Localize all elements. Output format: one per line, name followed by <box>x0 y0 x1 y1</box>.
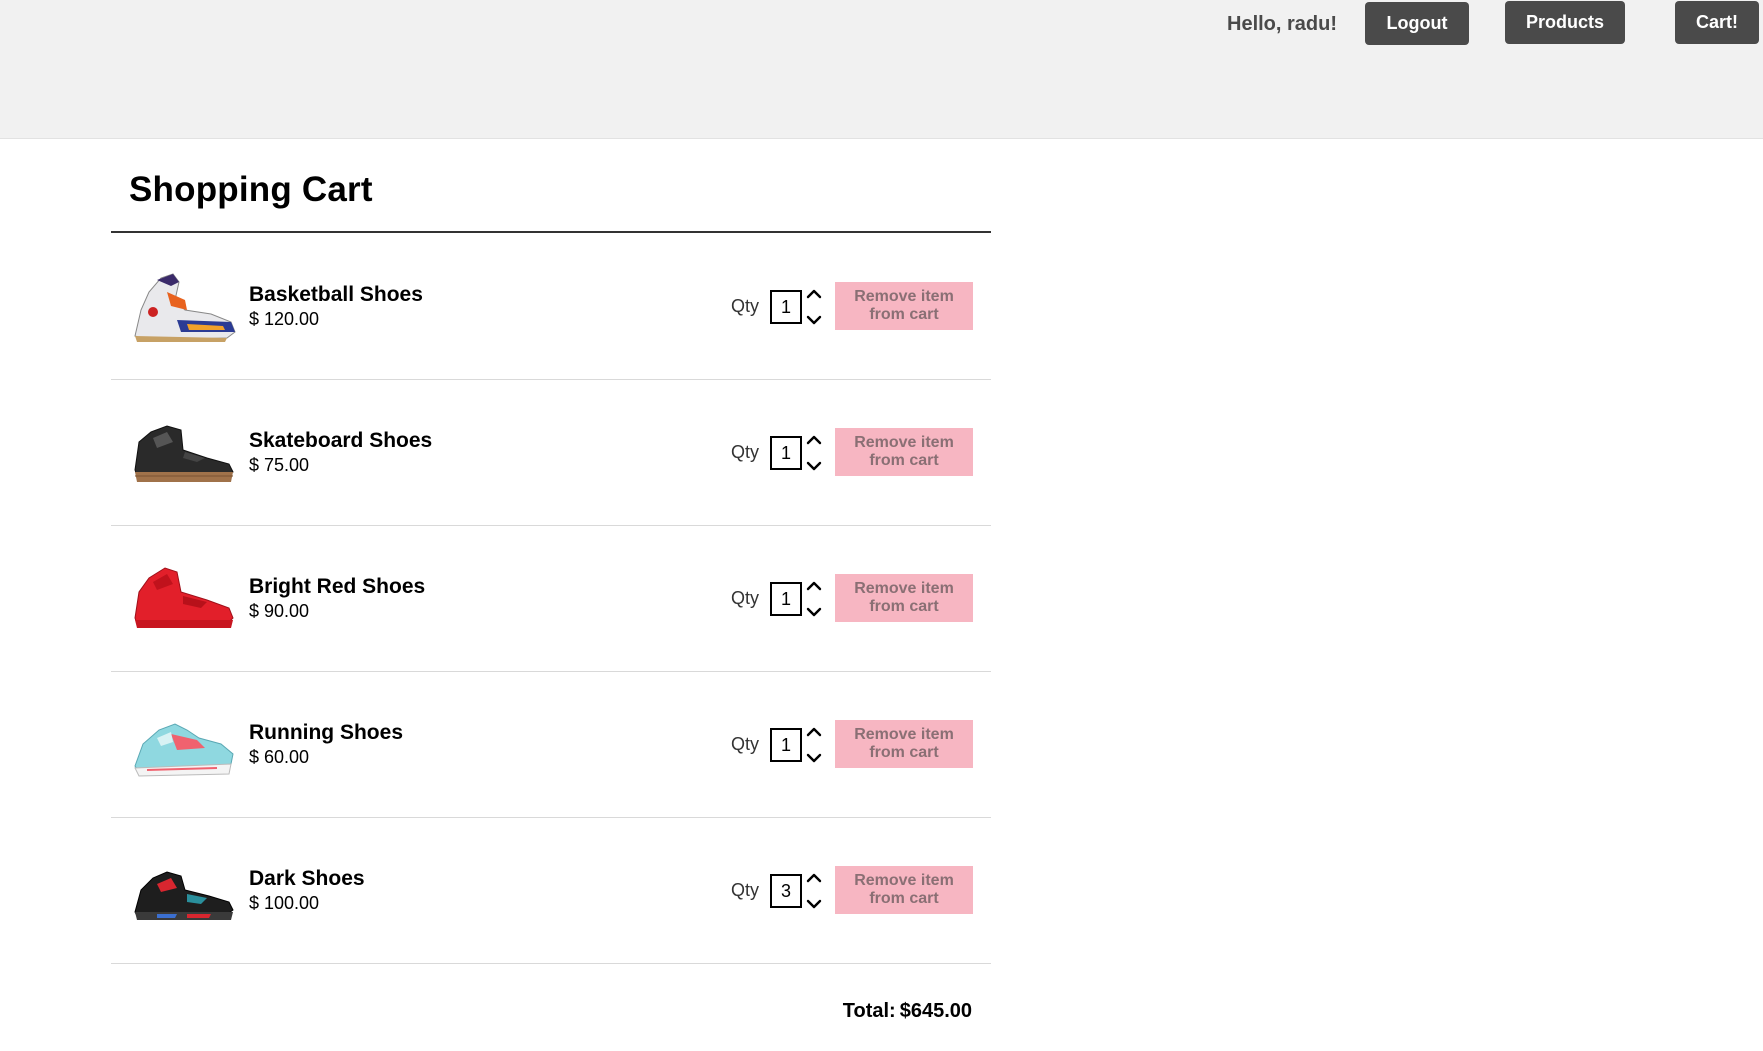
qty-decrease-chevron-down-icon[interactable] <box>805 458 823 474</box>
item-name: Basketball Shoes <box>249 283 423 306</box>
remove-item-label: Remove item from cart <box>854 288 954 323</box>
basketball-shoe-image <box>127 266 239 346</box>
qty-increase-chevron-up-icon[interactable] <box>805 724 823 740</box>
remove-item-label: Remove item from cart <box>854 726 954 761</box>
skateboard-shoe-image <box>127 412 239 492</box>
quantity-input[interactable]: 1 <box>770 290 802 324</box>
total-label: Total: <box>842 1000 896 1022</box>
qty-increase-chevron-up-icon[interactable] <box>805 870 823 886</box>
qty-label: Qty <box>731 880 760 900</box>
logout-button[interactable]: Logout <box>1365 2 1469 45</box>
qty-increase-chevron-up-icon[interactable] <box>805 432 823 448</box>
cart-item: Basketball Shoes $ 120.00 Qty 1 Remove i… <box>111 233 991 380</box>
cart-button[interactable]: Cart! <box>1675 1 1759 44</box>
products-button[interactable]: Products <box>1505 1 1625 44</box>
item-price: $ 100.00 <box>249 893 320 913</box>
cart-item: Bright Red Shoes $ 90.00 Qty 1 Remove it… <box>111 525 991 672</box>
qty-label: Qty <box>731 296 760 316</box>
cart-item: Skateboard Shoes $ 75.00 Qty 1 Remove it… <box>111 379 991 526</box>
remove-item-label: Remove item from cart <box>854 872 954 907</box>
dark-shoe-image <box>127 850 239 930</box>
quantity-input[interactable]: 3 <box>770 874 802 908</box>
cart-item: Dark Shoes $ 100.00 Qty 3 Remove item fr… <box>111 817 991 964</box>
item-name: Running Shoes <box>249 721 403 744</box>
remove-item-button[interactable]: Remove item from cart <box>835 282 973 330</box>
quantity-input[interactable]: 1 <box>770 436 802 470</box>
item-price: $ 75.00 <box>249 455 310 475</box>
remove-item-label: Remove item from cart <box>854 580 954 615</box>
qty-increase-chevron-up-icon[interactable] <box>805 578 823 594</box>
qty-decrease-chevron-down-icon[interactable] <box>805 750 823 766</box>
remove-item-label: Remove item from cart <box>854 434 954 469</box>
user-greeting: Hello, radu! <box>1227 13 1338 35</box>
qty-label: Qty <box>731 442 760 462</box>
top-header: Hello, radu! Logout Products Cart! <box>0 0 1763 139</box>
red-shoe-image <box>127 558 239 638</box>
quantity-input[interactable]: 1 <box>770 582 802 616</box>
item-price: $ 90.00 <box>249 601 310 621</box>
remove-item-button[interactable]: Remove item from cart <box>835 720 973 768</box>
qty-decrease-chevron-down-icon[interactable] <box>805 896 823 912</box>
item-name: Bright Red Shoes <box>249 575 426 598</box>
cart-total: Total: $645.00 <box>820 1000 972 1023</box>
qty-increase-chevron-up-icon[interactable] <box>805 286 823 302</box>
remove-item-button[interactable]: Remove item from cart <box>835 574 973 622</box>
quantity-input[interactable]: 1 <box>770 728 802 762</box>
item-price: $ 120.00 <box>249 309 320 329</box>
item-name: Skateboard Shoes <box>249 429 433 452</box>
remove-item-button[interactable]: Remove item from cart <box>835 866 973 914</box>
qty-label: Qty <box>731 588 760 608</box>
item-price: $ 60.00 <box>249 747 310 767</box>
qty-decrease-chevron-down-icon[interactable] <box>805 312 823 328</box>
cart-item: Running Shoes $ 60.00 Qty 1 Remove item … <box>111 671 991 818</box>
page-title: Shopping Cart <box>129 170 373 209</box>
item-name: Dark Shoes <box>249 867 365 890</box>
qty-label: Qty <box>731 734 760 754</box>
running-shoe-image <box>127 704 239 784</box>
remove-item-button[interactable]: Remove item from cart <box>835 428 973 476</box>
total-value: $645.00 <box>899 1000 972 1022</box>
qty-decrease-chevron-down-icon[interactable] <box>805 604 823 620</box>
